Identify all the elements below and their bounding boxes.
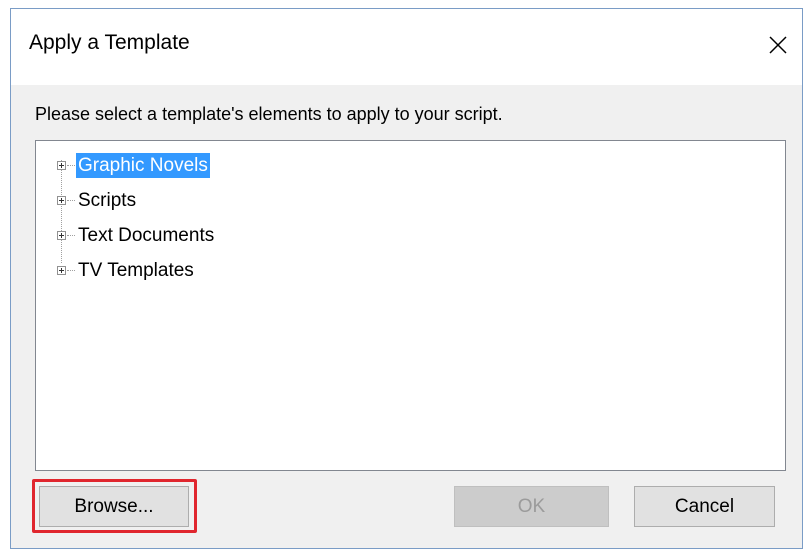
tree-branch-line [67, 270, 75, 271]
close-button[interactable] [754, 17, 802, 73]
plus-expander-icon[interactable] [57, 196, 66, 205]
browse-button[interactable]: Browse... [39, 486, 189, 527]
tree-branch-line [67, 200, 75, 201]
plus-expander-icon[interactable] [57, 161, 66, 170]
plus-expander-icon[interactable] [57, 231, 66, 240]
instruction-text: Please select a template's elements to a… [35, 104, 503, 124]
tree-item-label: Scripts [78, 190, 137, 211]
tree-branch-line [67, 235, 75, 236]
apply-template-dialog: Apply a Template Please select a templat… [10, 8, 803, 549]
template-tree[interactable]: Graphic Novels Scripts Text Documents TV… [35, 140, 786, 471]
tree-item-label: TV Templates [78, 260, 194, 281]
tree-connector-line [61, 160, 62, 263]
plus-expander-icon[interactable] [57, 266, 66, 275]
close-icon [769, 36, 787, 54]
ok-button[interactable]: OK [454, 486, 609, 527]
tree-item-label: Text Documents [78, 225, 215, 246]
tree-branch-line [67, 165, 75, 166]
title-bar: Apply a Template [11, 9, 802, 85]
dialog-title: Apply a Template [29, 31, 190, 54]
tree-item-label: Graphic Novels [76, 153, 210, 178]
cancel-button[interactable]: Cancel [634, 486, 775, 527]
